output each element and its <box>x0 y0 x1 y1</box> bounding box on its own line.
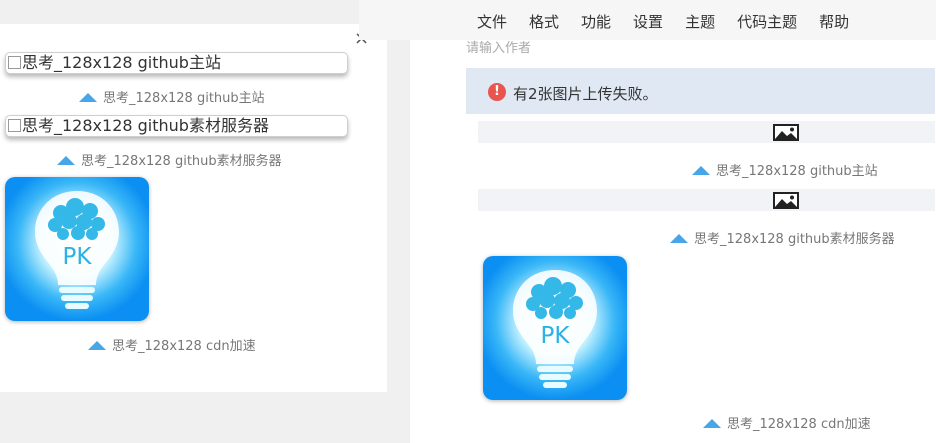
menu-item-features[interactable]: 功能 <box>581 11 611 32</box>
menu-item-help[interactable]: 帮助 <box>819 11 849 32</box>
error-icon: ! <box>488 83 506 101</box>
menu-item-format[interactable]: 格式 <box>529 11 559 32</box>
image-alt-text: 思考_128x128 github主站 <box>22 53 221 72</box>
broken-image-icon <box>8 119 21 132</box>
caption-text: 思考_128x128 github素材服务器 <box>694 232 895 247</box>
author-input[interactable]: 请输入作者 <box>466 37 531 56</box>
image-placeholder <box>478 121 935 143</box>
image-alt-text: 思考_128x128 github素材服务器 <box>22 116 269 135</box>
logo-text: PK <box>63 244 93 270</box>
alert-message: 有2张图片上传失败。 <box>513 85 658 103</box>
main-menu: 文件 格式 功能 设置 主题 代码主题 帮助 <box>477 11 871 32</box>
menu-item-file[interactable]: 文件 <box>477 11 507 32</box>
image-caption: 思考_128x128 github主站 <box>692 160 878 179</box>
lightbulb-brain-icon: PK <box>5 177 149 321</box>
caption-triangle-icon <box>88 341 106 350</box>
lightbulb-brain-icon: PK <box>483 256 627 400</box>
image-caption: 思考_128x128 github主站 <box>79 87 265 106</box>
caption-triangle-icon <box>692 166 710 175</box>
caption-triangle-icon <box>57 156 75 165</box>
menu-item-code-theme[interactable]: 代码主题 <box>737 11 797 32</box>
caption-triangle-icon <box>670 234 688 243</box>
image-caption: 思考_128x128 github素材服务器 <box>670 228 895 247</box>
logo-text: PK <box>541 323 571 349</box>
caption-triangle-icon <box>79 93 97 102</box>
upload-error-alert: ! 有2张图片上传失败。 <box>466 68 935 114</box>
caption-text: 思考_128x128 github主站 <box>716 164 878 179</box>
thinking-logo-image: PK <box>5 177 149 321</box>
caption-text: 思考_128x128 github主站 <box>103 91 265 106</box>
broken-image-github-assets: 思考_128x128 github素材服务器 <box>5 115 348 137</box>
menu-item-theme[interactable]: 主题 <box>685 11 715 32</box>
caption-text: 思考_128x128 github素材服务器 <box>81 154 282 169</box>
menu-item-settings[interactable]: 设置 <box>633 11 663 32</box>
image-caption: 思考_128x128 cdn加速 <box>703 413 871 432</box>
image-icon <box>773 192 799 209</box>
caption-triangle-icon <box>703 419 721 428</box>
broken-image-github-main: 思考_128x128 github主站 <box>5 52 348 74</box>
caption-text: 思考_128x128 cdn加速 <box>727 417 871 432</box>
caption-text: 思考_128x128 cdn加速 <box>112 339 256 354</box>
image-icon <box>773 124 799 141</box>
broken-image-icon <box>8 56 21 69</box>
thinking-logo-image: PK <box>483 256 627 400</box>
image-caption: 思考_128x128 github素材服务器 <box>57 150 282 169</box>
image-caption: 思考_128x128 cdn加速 <box>88 335 256 354</box>
image-placeholder <box>478 189 935 211</box>
